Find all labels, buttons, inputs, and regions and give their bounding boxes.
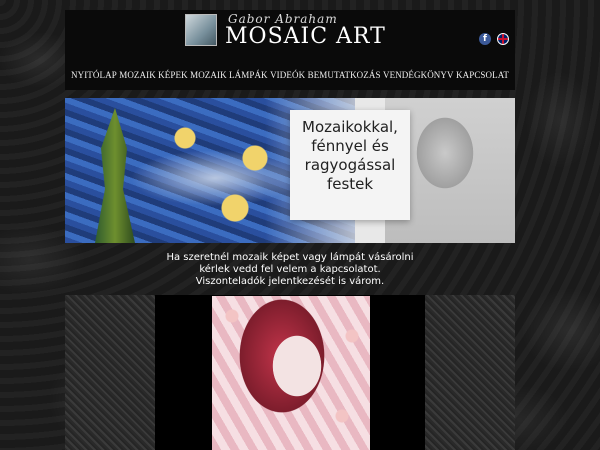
- logo-portrait[interactable]: [185, 14, 217, 46]
- social-language-links: f: [479, 33, 509, 45]
- gallery-side-texture-left: [65, 295, 155, 450]
- banner-slogan: Mozaikokkal, fénnyel és ragyogással fest…: [293, 118, 407, 194]
- intro-line: kérlek vedd fel velem a kapcsolatot.: [199, 264, 381, 275]
- nav-item-mosaic-pictures[interactable]: MOZAIK KÉPEK: [119, 70, 187, 80]
- english-flag-icon[interactable]: [497, 33, 509, 45]
- banner-slogan-line: festek: [326, 175, 374, 193]
- nav-item-videos[interactable]: VIDEÓK: [270, 70, 305, 80]
- facebook-icon[interactable]: f: [479, 33, 491, 45]
- nav-item-guestbook[interactable]: VENDÉGKÖNYV: [383, 70, 454, 80]
- nav-item-about[interactable]: BEMUTATKOZÁS: [308, 70, 381, 80]
- site-header: Gabor Abraham MOSAIC ART f: [65, 10, 515, 60]
- featured-mosaic-portrait[interactable]: [212, 296, 370, 450]
- banner-slogan-line: ragyogással: [304, 156, 396, 174]
- intro-text: Ha szeretnél mozaik képet vagy lámpát vá…: [65, 252, 515, 288]
- nav-item-mosaic-lamps[interactable]: MOZAIK LÁMPÁK: [190, 70, 268, 80]
- banner-slogan-line: Mozaikokkal,: [302, 118, 398, 136]
- intro-line: Viszonteladók jelentkezését is várom.: [195, 276, 385, 287]
- main-navigation: NYITÓLAP MOZAIK KÉPEK MOZAIK LÁMPÁK VIDE…: [65, 60, 515, 90]
- banner-slogan-line: fénnyel és: [311, 137, 389, 155]
- logo-title[interactable]: MOSAIC ART: [225, 24, 386, 49]
- hero-banner: Mozaikokkal, fénnyel és ragyogással fest…: [65, 98, 515, 243]
- nav-item-contact[interactable]: KAPCSOLAT: [456, 70, 509, 80]
- intro-line: Ha szeretnél mozaik képet vagy lámpát vá…: [166, 252, 414, 263]
- nav-item-home[interactable]: NYITÓLAP: [71, 70, 117, 80]
- gallery-side-texture-right: [425, 295, 515, 450]
